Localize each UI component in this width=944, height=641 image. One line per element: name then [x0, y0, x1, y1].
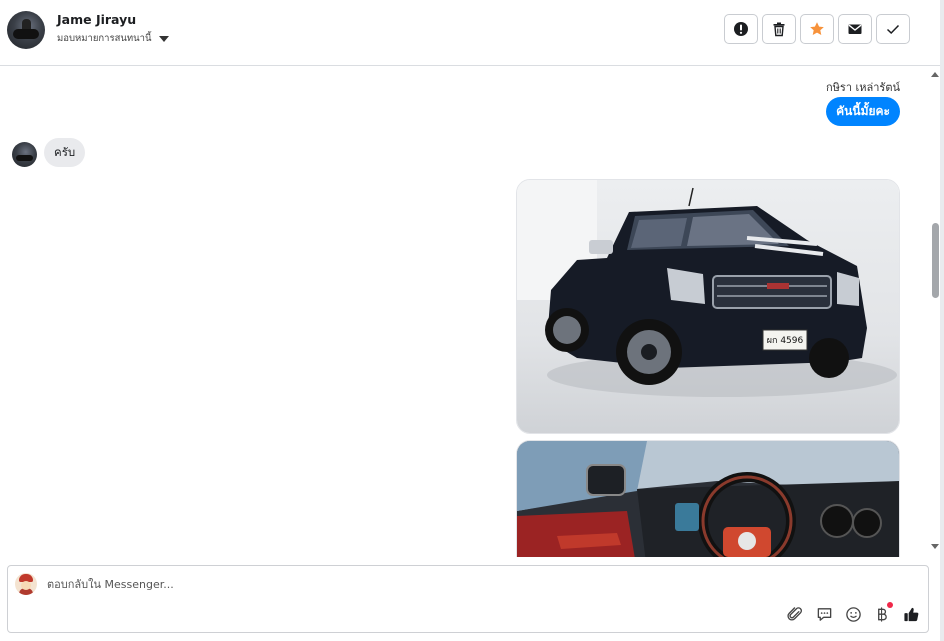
- attachment-icon: [786, 606, 802, 621]
- star-icon: [810, 22, 824, 35]
- assign-conversation-dropdown[interactable]: มอบหมายการสนทนานี้: [57, 31, 169, 46]
- scroll-down-arrow-icon[interactable]: [931, 544, 939, 549]
- report-spam-button[interactable]: [724, 14, 758, 44]
- caret-down-icon: [158, 35, 169, 42]
- check-icon: [886, 24, 900, 35]
- reply-input[interactable]: [47, 578, 867, 591]
- license-plate-text: ผก 4596: [767, 336, 804, 346]
- composer-actions: [786, 602, 920, 623]
- report-spam-icon: [734, 22, 748, 36]
- saved-replies-icon: [817, 607, 831, 621]
- message-photo-interior[interactable]: [516, 440, 900, 557]
- message-photo-truck[interactable]: ผก 4596: [516, 179, 900, 434]
- mark-unread-button[interactable]: [838, 14, 872, 44]
- outgoing-sender-name: กษิรา เหล่ารัตน์: [826, 81, 900, 94]
- scrollbar-thumb[interactable]: [932, 223, 939, 298]
- contact-small-avatar[interactable]: [12, 142, 37, 167]
- like-icon: [903, 607, 918, 621]
- emoji-icon: [845, 606, 861, 622]
- saved-replies-button[interactable]: [815, 605, 833, 623]
- conversation-toolbar: [724, 14, 910, 44]
- baht-icon: [877, 606, 887, 622]
- incoming-message-bubble[interactable]: ครับ: [44, 138, 86, 167]
- reply-composer: [7, 565, 929, 633]
- trash-icon: [773, 22, 785, 37]
- contact-name[interactable]: Jame Jirayu: [57, 12, 136, 27]
- page-avatar: [15, 573, 37, 595]
- assign-label: มอบหมายการสนทนานี้: [57, 33, 152, 44]
- star-button[interactable]: [800, 14, 834, 44]
- mail-icon: [848, 24, 862, 34]
- like-button[interactable]: [902, 605, 920, 623]
- outgoing-message-bubble[interactable]: คันนี้มั้ยคะ: [826, 97, 900, 126]
- emoji-button[interactable]: [844, 605, 862, 623]
- conversation-view: Jame Jirayu มอบหมายการสนทนานี้ กษิรา เหล…: [0, 0, 944, 641]
- mark-done-button[interactable]: [876, 14, 910, 44]
- message-thread: กษิรา เหล่ารัตน์ คันนี้มั้ยคะ ครับ ผก 45…: [0, 67, 924, 557]
- notification-dot: [887, 602, 893, 608]
- delete-button[interactable]: [762, 14, 796, 44]
- payment-button[interactable]: [873, 602, 893, 623]
- contact-avatar[interactable]: [7, 11, 45, 49]
- attachment-button[interactable]: [786, 605, 804, 623]
- scroll-up-arrow-icon[interactable]: [931, 72, 939, 77]
- conversation-header: Jame Jirayu มอบหมายการสนทนานี้: [0, 0, 940, 66]
- window-edge: [940, 0, 944, 641]
